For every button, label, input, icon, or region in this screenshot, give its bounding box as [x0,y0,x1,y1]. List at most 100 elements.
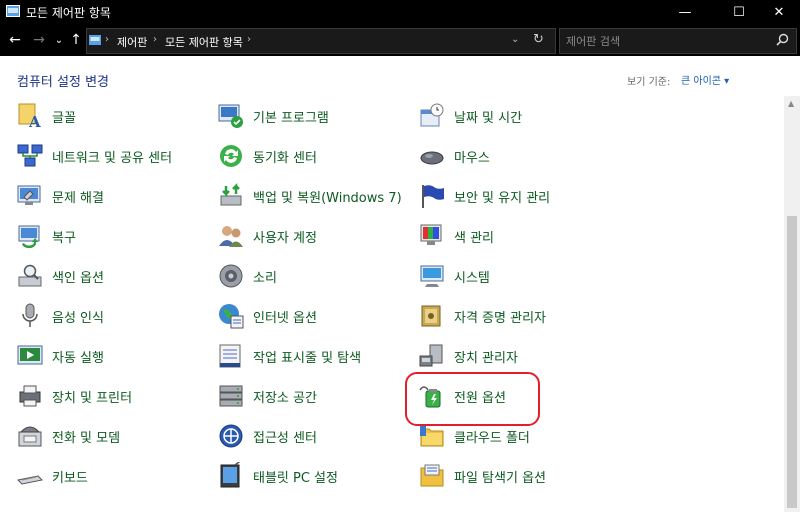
indexing-icon [18,264,42,287]
item-internet-options[interactable]: 인터넷 옵션 [217,298,317,334]
breadcrumb-separator[interactable]: › [105,34,109,45]
item-autoplay[interactable]: 자동 실행 [16,338,104,374]
item-taskbar-navigation[interactable]: 작업 표시줄 및 탐색 [217,338,361,374]
item-credential-manager[interactable]: 자격 증명 관리자 [418,298,546,334]
item-speech-recognition[interactable]: 음성 인식 [16,298,104,334]
item-label: 문제 해결 [52,190,104,206]
back-button[interactable]: ← [4,31,26,49]
close-button[interactable]: ✕ [758,0,800,24]
item-mouse[interactable]: 마우스 [418,138,490,174]
item-label: 백업 및 복원(Windows 7) [253,190,402,206]
ease-of-access-icon [219,424,243,448]
view-by-dropdown[interactable]: 큰 아이콘 ▾ [681,72,729,87]
item-sound[interactable]: 소리 [217,258,277,294]
item-color-management[interactable]: 색 관리 [418,218,494,254]
fonts-icon: A [18,103,41,130]
address-bar[interactable]: › 제어판 › 모든 제어판 항목 › ⌄ ↻ [86,28,556,54]
item-label: 저장소 공간 [253,390,317,406]
internet-options-icon [219,304,244,329]
item-fonts[interactable]: A 글꼴 [16,102,76,134]
item-storage-spaces[interactable]: 저장소 공간 [217,378,317,414]
item-default-programs[interactable]: 기본 프로그램 [217,102,329,134]
item-label: 글꼴 [52,110,76,126]
item-label: 장치 및 프린터 [52,390,133,406]
breadcrumb-control-panel[interactable]: 제어판 [117,34,147,50]
breadcrumb-separator[interactable]: › [247,34,251,45]
search-icon[interactable] [774,32,790,48]
item-devices-printers[interactable]: 장치 및 프린터 [16,378,132,414]
item-label: 동기화 센터 [253,150,317,166]
item-label: 보안 및 유지 관리 [454,190,551,206]
item-date-time[interactable]: 날짜 및 시간 [418,102,522,134]
breadcrumb-separator[interactable]: › [153,34,157,45]
item-file-explorer-options[interactable]: 파일 탐색기 옵션 [418,458,546,494]
item-label: 사용자 계정 [253,230,317,246]
storage-spaces-icon [219,385,243,407]
cloud-folder-icon [420,426,444,447]
item-label: 자격 증명 관리자 [454,310,546,326]
address-dropdown-button[interactable]: ⌄ [511,34,519,45]
phone-modem-icon [18,426,42,447]
default-programs-icon [218,104,243,128]
item-label: 색인 옵션 [52,270,104,286]
item-indexing-options[interactable]: 색인 옵션 [16,258,104,294]
color-management-icon [420,224,442,245]
system-icon [420,265,444,287]
item-phone-modem[interactable]: 전화 및 모뎀 [16,418,120,454]
search-input[interactable] [564,32,768,50]
view-by-label: 보기 기준: [627,77,671,88]
refresh-button[interactable]: ↻ [533,32,544,47]
network-icon [17,144,43,167]
breadcrumb-all-items[interactable]: 모든 제어판 항목 [165,34,243,50]
backup-icon [220,182,242,206]
item-label: 인터넷 옵션 [253,310,317,326]
item-label: 클라우드 폴더 [454,430,530,446]
sound-icon [219,264,243,288]
item-label: 키보드 [52,470,88,486]
item-system[interactable]: 시스템 [418,258,490,294]
item-label: 전화 및 모뎀 [52,430,121,446]
microphone-icon [22,303,38,327]
maximize-button[interactable]: ☐ [716,0,762,24]
item-network[interactable]: 네트워크 및 공유 센터 [16,138,172,174]
item-label: 네트워크 및 공유 센터 [52,150,173,166]
item-backup-restore[interactable]: 백업 및 복원(Windows 7) [217,178,402,214]
forward-button[interactable]: → [28,31,50,49]
date-time-icon [420,103,444,127]
item-ease-of-access[interactable]: 접근성 센터 [217,418,317,454]
item-device-manager[interactable]: 장치 관리자 [418,338,518,374]
scrollbar-thumb[interactable] [787,216,797,508]
device-manager-icon [419,344,443,367]
mouse-icon [420,151,444,165]
item-label: 태블릿 PC 설정 [253,470,338,486]
item-label: 날짜 및 시간 [454,110,523,126]
recovery-icon [18,225,40,249]
svg-text:A: A [28,113,41,130]
item-label: 시스템 [454,270,490,286]
items-grid: A 글꼴 기본 프로그램 날짜 및 시간 네트워크 및 공유 센터 동기화 센터… [0,102,784,512]
tablet-icon [220,462,241,488]
item-label: 복구 [52,230,76,246]
item-label: 색 관리 [454,230,495,246]
item-label: 음성 인식 [52,310,104,326]
minimize-button[interactable]: — [662,0,708,24]
item-label: 파일 탐색기 옵션 [454,470,546,486]
item-label: 작업 표시줄 및 탐색 [253,350,362,366]
scroll-up-arrow-icon[interactable]: ▲ [788,99,794,108]
up-button[interactable]: ↑ [66,31,86,49]
item-troubleshooting[interactable]: 문제 해결 [16,178,104,214]
item-security-maintenance[interactable]: 보안 및 유지 관리 [418,178,550,214]
item-keyboard[interactable]: 키보드 [16,458,88,494]
window-title: 모든 제어판 항목 [26,6,111,20]
item-recovery[interactable]: 복구 [16,218,76,254]
recent-locations-button[interactable]: ⌄ [52,31,66,49]
item-sync-center[interactable]: 동기화 센터 [217,138,317,174]
item-user-accounts[interactable]: 사용자 계정 [217,218,317,254]
page-title: 컴퓨터 설정 변경 [17,75,109,90]
item-tablet-pc[interactable]: 태블릿 PC 설정 [217,458,338,494]
vertical-scrollbar[interactable]: ▲ [784,96,800,512]
item-label: 소리 [253,270,277,286]
control-panel-icon [6,5,20,17]
item-label: 접근성 센터 [253,430,317,446]
search-box[interactable] [559,28,797,54]
